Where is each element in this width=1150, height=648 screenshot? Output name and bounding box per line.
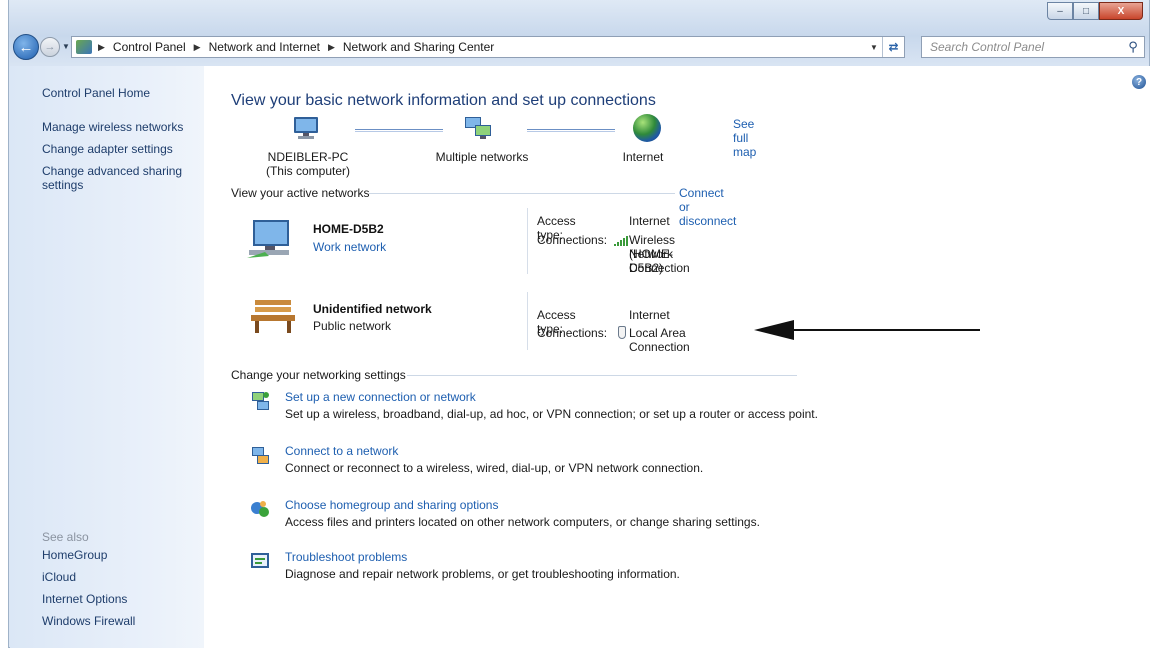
task-connect-network: Connect to a network Connect or reconnec…: [231, 444, 831, 478]
wireless-network-connection-ssid[interactable]: (HOME-D5B2): [629, 247, 673, 275]
internet-label: Internet: [622, 150, 664, 164]
task-homegroup-desc: Access files and printers located on oth…: [285, 515, 760, 529]
task-homegroup: Choose homegroup and sharing options Acc…: [231, 498, 831, 532]
connections-label: Connections:: [537, 326, 608, 340]
sidebar-windows-firewall[interactable]: Windows Firewall: [42, 614, 135, 628]
breadcrumb-chevron-icon[interactable]: ▶: [98, 42, 105, 53]
content-area: Control Panel Home Manage wireless netwo…: [10, 66, 1150, 648]
computer-sub: (This computer): [265, 164, 351, 178]
access-type-value: Internet: [629, 214, 670, 228]
task-troubleshoot-link[interactable]: Troubleshoot problems: [285, 550, 407, 564]
refresh-icon[interactable]: ⇄: [882, 37, 904, 57]
breadcrumb-network-and-sharing-center[interactable]: Network and Sharing Center: [343, 40, 494, 54]
task-new-connection: Set up a new connection or network Set u…: [231, 390, 831, 424]
sidebar-internet-options[interactable]: Internet Options: [42, 592, 127, 606]
see-full-map-link[interactable]: See full map: [733, 117, 756, 159]
troubleshoot-icon[interactable]: [249, 550, 271, 572]
caption-buttons: – □ X: [1047, 2, 1143, 20]
minimize-button[interactable]: –: [1047, 2, 1073, 20]
multiple-networks-label: Multiple networks: [435, 150, 529, 164]
networking-settings-heading: Change your networking settings: [231, 368, 406, 382]
section-divider: [369, 193, 675, 194]
see-also-label: See also: [42, 530, 89, 544]
sidebar-manage-wireless-networks[interactable]: Manage wireless networks: [42, 120, 183, 134]
connect-or-disconnect-link[interactable]: Connect or disconnect: [679, 186, 736, 228]
public-network-label: Public network: [313, 319, 392, 333]
task-new-connection-desc: Set up a wireless, broadband, dial-up, a…: [285, 407, 818, 421]
page-title: View your basic network information and …: [231, 92, 656, 109]
address-dropdown-icon[interactable]: ▼: [866, 43, 882, 52]
annotation-arrow-icon: [754, 320, 980, 340]
multiple-networks-icon[interactable]: [463, 116, 493, 140]
task-new-connection-link[interactable]: Set up a new connection or network: [285, 390, 476, 404]
work-network-icon[interactable]: [245, 216, 295, 262]
ethernet-plug-icon: [618, 326, 626, 339]
new-connection-icon[interactable]: [249, 390, 271, 412]
connections-label: Connections:: [537, 233, 608, 247]
breadcrumb-chevron-icon[interactable]: ▶: [328, 42, 335, 53]
computer-name: NDEIBLER-PC: [267, 150, 349, 164]
task-troubleshoot-desc: Diagnose and repair network problems, or…: [285, 567, 680, 581]
help-icon[interactable]: ?: [1132, 75, 1146, 89]
breadcrumb-network-and-internet[interactable]: Network and Internet: [209, 40, 320, 54]
sidebar-change-adapter-settings[interactable]: Change adapter settings: [42, 142, 173, 156]
close-button[interactable]: X: [1099, 2, 1143, 20]
internet-globe-icon[interactable]: [633, 114, 661, 142]
task-troubleshoot: Troubleshoot problems Diagnose and repai…: [231, 550, 831, 584]
public-network-bench-icon[interactable]: [249, 296, 297, 334]
network-separator: [527, 208, 528, 274]
back-arrow-icon[interactable]: ←: [13, 34, 39, 60]
wifi-signal-icon: [614, 236, 628, 246]
section-divider: [407, 375, 797, 376]
computer-icon[interactable]: [291, 116, 321, 140]
map-connection-line: [527, 129, 615, 132]
connect-network-icon[interactable]: [249, 444, 271, 466]
task-homegroup-link[interactable]: Choose homegroup and sharing options: [285, 498, 498, 512]
network-name-home-d5b2: HOME-D5B2: [313, 222, 384, 236]
breadcrumb-chevron-icon[interactable]: ▶: [194, 42, 201, 53]
search-placeholder: Search Control Panel: [930, 40, 1045, 54]
recent-pages-dropdown-icon[interactable]: ▼: [62, 42, 70, 51]
work-network-link[interactable]: Work network: [313, 240, 386, 254]
sidebar-icloud[interactable]: iCloud: [42, 570, 76, 584]
task-connect-network-desc: Connect or reconnect to a wireless, wire…: [285, 461, 704, 475]
search-input[interactable]: Search Control Panel ⚲: [921, 36, 1145, 58]
map-connection-line: [355, 129, 443, 132]
active-networks-heading: View your active networks: [231, 186, 370, 200]
search-icon[interactable]: ⚲: [1122, 39, 1144, 55]
forward-arrow-icon[interactable]: →: [40, 37, 60, 57]
sidebar-homegroup[interactable]: HomeGroup: [42, 548, 107, 562]
local-area-connection-link[interactable]: Local Area Connection: [629, 326, 690, 354]
control-panel-icon: [76, 40, 92, 54]
network-name-unidentified: Unidentified network: [313, 302, 432, 316]
address-bar[interactable]: ▶ Control Panel ▶ Network and Internet ▶…: [71, 36, 905, 58]
breadcrumb-control-panel[interactable]: Control Panel: [113, 40, 186, 54]
homegroup-icon[interactable]: [249, 498, 271, 520]
sidebar-control-panel-home[interactable]: Control Panel Home: [42, 86, 150, 100]
task-connect-network-link[interactable]: Connect to a network: [285, 444, 398, 458]
maximize-button[interactable]: □: [1073, 2, 1099, 20]
network-separator: [527, 292, 528, 350]
sidebar-change-advanced-sharing-settings[interactable]: Change advanced sharing settings: [42, 164, 192, 192]
navigation-bar: ← → ▼ ▶ Control Panel ▶ Network and Inte…: [9, 32, 1149, 60]
access-type-value: Internet: [629, 308, 670, 322]
sidebar: Control Panel Home Manage wireless netwo…: [10, 66, 204, 648]
